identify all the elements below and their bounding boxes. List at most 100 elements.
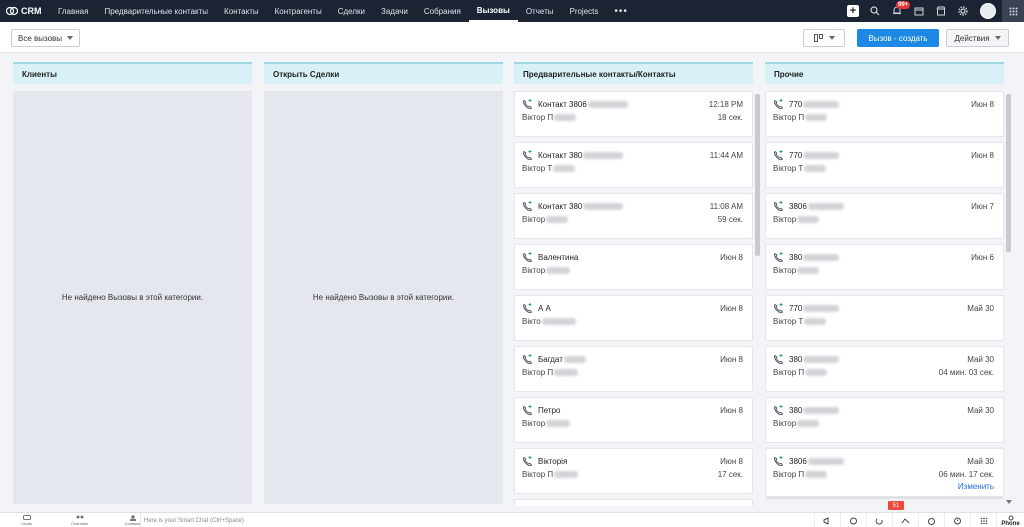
incoming-call-icon [773,99,784,112]
call-card[interactable]: А А Вікто Июн 8 [514,295,753,341]
redacted-text [797,420,820,428]
smart-chat-input[interactable]: Here is your Smart Chat (Ctrl+Space) [140,513,800,527]
kanban-view-icon [813,34,823,42]
call-card[interactable]: 770 Віктор Т Май 30 [765,295,1004,341]
column-header: Предварительные контакты/Контакты [514,62,753,84]
calendar-icon[interactable] [908,0,930,22]
apps-grid-icon[interactable] [1002,0,1024,22]
kanban-column-open-deals: Открыть Сделки Не найдено Вызовы в этой … [264,62,503,504]
call-card[interactable]: 380 Віктор П Май 30 04 мин. 03 сек. [765,346,1004,392]
call-card[interactable]: Контакт 380 Віктор Т 11:44 AM [514,142,753,188]
call-title: 380 [789,253,840,262]
calls-filter-select[interactable]: Все вызовы [11,29,81,47]
nav-item-projects[interactable]: Projects [561,0,606,22]
call-card[interactable]: 770 Віктор П Июн 8 [765,91,1004,137]
redacted-text [803,305,840,313]
call-date: Май 30 [967,355,994,364]
redacted-text [803,152,840,160]
call-date: Июн 8 [720,457,743,466]
call-card[interactable]: Контакт 380 Віктор 11:08 AM 59 сек. [514,193,753,239]
call-owner: Віктор [522,419,571,428]
column-scrollbar[interactable] [1006,94,1011,252]
history-icon[interactable] [944,513,970,527]
call-card[interactable]: 3806 Віктор Июн 7 [765,193,1004,239]
dialpad-icon[interactable] [970,513,996,527]
crm-logo[interactable]: CRM [0,6,50,16]
nav-item-deals[interactable]: Сделки [330,0,373,22]
call-card[interactable]: Багдат Віктор П Июн 8 [514,346,753,392]
call-title: 770 [789,151,840,160]
redacted-text [563,356,586,364]
call-duration: 18 сек. [717,113,743,122]
call-owner: Віктор [773,419,820,428]
column-scrollbar[interactable] [755,94,760,256]
nav-item-leads[interactable]: Предварительные контакты [96,0,216,22]
megaphone-icon[interactable] [814,513,840,527]
phone-button[interactable]: Phone [996,513,1024,527]
chats-label: Chats [21,521,32,526]
redacted-text [803,356,840,364]
refresh-icon[interactable] [866,513,892,527]
call-date: Июн 8 [720,304,743,313]
call-card[interactable] [514,499,753,506]
shortcut-icon[interactable] [892,513,918,527]
scroll-down-arrow-icon[interactable] [1006,500,1012,504]
call-card-hovered[interactable]: 3806 Віктор П Май 30 06 мин. 17 сек. Изм… [765,448,1004,497]
chevron-down-icon [67,36,74,40]
call-card[interactable]: 380 Віктор Май 30 [765,397,1004,443]
unread-badge: 51 [888,501,904,510]
call-duration: 04 мин. 03 сек. [938,368,994,377]
call-date: Июн 8 [720,406,743,415]
actions-label: Действия [954,33,990,43]
nav-item-accounts[interactable]: Контрагенты [267,0,330,22]
call-title: Вікторія [538,457,568,466]
redacted-text [797,267,820,275]
create-call-button[interactable]: Вызов - создать [857,29,939,47]
call-owner: Віктор Т [773,164,827,173]
nav-more-icon[interactable]: ••• [606,6,636,17]
redacted-text [553,165,576,173]
view-toolbar: Все вызовы Вызов - создать Действия [0,22,1024,53]
call-title: 770 [789,304,840,313]
channels-button[interactable]: Channels [53,513,106,527]
quick-create-button[interactable]: + [842,0,864,22]
nav-item-reports[interactable]: Отчеты [518,0,562,22]
incoming-call-icon [522,201,533,214]
redacted-text [804,165,827,173]
actions-button[interactable]: Действия [946,29,1009,47]
call-card[interactable]: Вікторія Віктор П Июн 8 17 сек. [514,448,753,494]
avatar[interactable] [980,3,996,19]
view-switch-button[interactable] [803,29,845,47]
top-right-tools: + 99+ [842,0,1024,22]
redacted-text [805,471,828,479]
call-card[interactable]: Контакт 3806 Віктор П 12:18 PM 18 сек. [514,91,753,137]
call-title: 380 [789,355,840,364]
search-icon[interactable] [864,0,886,22]
edit-link[interactable]: Изменить [958,482,994,491]
call-owner: Віктор П [773,470,828,479]
call-card[interactable]: Валентина Віктор Июн 8 [514,244,753,290]
call-card[interactable]: 380 Віктор Июн 6 [765,244,1004,290]
alarm-clock-icon[interactable] [918,513,944,527]
activity-icon[interactable] [840,513,866,527]
nav-item-calls[interactable]: Вызовы [468,0,518,22]
incoming-call-icon [773,201,784,214]
call-card[interactable]: Петро Віктор Июн 8 [514,397,753,443]
nav-item-tasks[interactable]: Задачи [373,0,416,22]
plus-icon: + [847,5,859,17]
call-title: 770 [789,100,840,109]
call-date: Июн 8 [971,100,994,109]
call-owner: Віктор [522,215,569,224]
incoming-call-icon [773,456,784,469]
notifications-button[interactable]: 99+ [886,0,911,22]
incoming-call-icon [522,354,533,367]
kanban-column-leads-contacts: Предварительные контакты/Контакты Контак… [514,62,753,506]
marketplace-icon[interactable] [930,0,952,22]
nav-item-meetings[interactable]: Собрания [416,0,469,22]
chats-button[interactable]: Chats [0,513,53,527]
incoming-call-icon [773,405,784,418]
nav-item-home[interactable]: Главная [50,0,96,22]
gear-icon[interactable] [952,0,974,22]
nav-item-contacts[interactable]: Контакты [216,0,267,22]
call-card[interactable]: 770 Віктор Т Июн 8 [765,142,1004,188]
